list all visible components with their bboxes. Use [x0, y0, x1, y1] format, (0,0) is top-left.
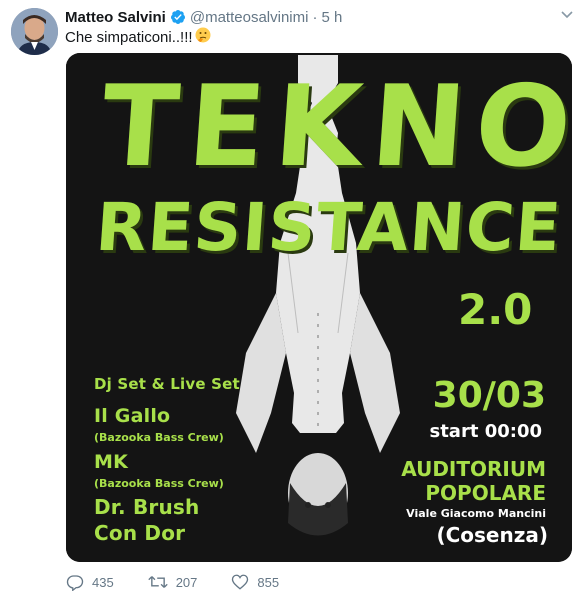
event-date: 30/03 — [432, 375, 546, 416]
verified-badge-icon — [170, 9, 186, 25]
tweet-body: Che simpaticoni..!!! — [65, 28, 193, 46]
lineup-crew-1: (Bazooka Bass Crew) — [94, 431, 224, 444]
venue-city: (Cosenza) — [436, 523, 548, 547]
tweet-actions: 435 207 855 — [66, 568, 313, 596]
author-name[interactable]: Matteo Salvini — [65, 9, 166, 26]
lineup-crew-2: (Bazooka Bass Crew) — [94, 477, 224, 490]
venue-line1: AUDITORIUM — [401, 457, 546, 481]
lineup-artist-4: Con Dor — [94, 521, 186, 545]
poster-subtitle: Dj Set & Live Set — [94, 375, 240, 393]
poster-title-line2: RESISTANCE — [93, 189, 564, 266]
tweet-header: Matteo Salvini @matteosalvinimi · 5 h — [65, 6, 571, 28]
lineup-artist-2: MK — [94, 451, 129, 473]
retweet-icon — [147, 576, 168, 588]
lineup-artist-1: Il Gallo — [94, 405, 171, 427]
chevron-down-icon[interactable] — [559, 6, 575, 22]
reply-icon — [66, 575, 84, 591]
venue-line2: POPOLARE — [425, 481, 546, 505]
author-handle[interactable]: @matteosalvinimi — [190, 9, 309, 26]
separator-dot: · — [312, 8, 318, 26]
retweet-count: 207 — [175, 574, 198, 590]
heart-icon — [232, 574, 249, 590]
tweet-timestamp[interactable]: 5 h — [321, 9, 342, 26]
poster-title-line1: TEKNO — [97, 62, 572, 192]
like-count: 855 — [257, 574, 280, 590]
avatar-image — [11, 8, 58, 55]
tweet-text: Che simpaticoni..!!! — [65, 27, 211, 47]
retweet-button[interactable]: 207 — [147, 573, 198, 591]
tweet-media-image[interactable]: TEKNO RESISTANCE 2.0 Dj Set & Live Set I… — [66, 53, 572, 562]
like-button[interactable]: 855 — [231, 573, 279, 591]
event-start-time: start 00:00 — [429, 421, 542, 442]
lineup-artist-3: Dr. Brush — [94, 495, 200, 519]
poster-edition: 2.0 — [458, 285, 533, 334]
venue-address: Viale Giacomo Mancini — [406, 507, 546, 520]
reply-count: 435 — [92, 574, 114, 590]
reply-button[interactable]: 435 — [66, 573, 114, 591]
thinking-face-icon — [195, 27, 211, 47]
avatar[interactable] — [11, 8, 58, 55]
